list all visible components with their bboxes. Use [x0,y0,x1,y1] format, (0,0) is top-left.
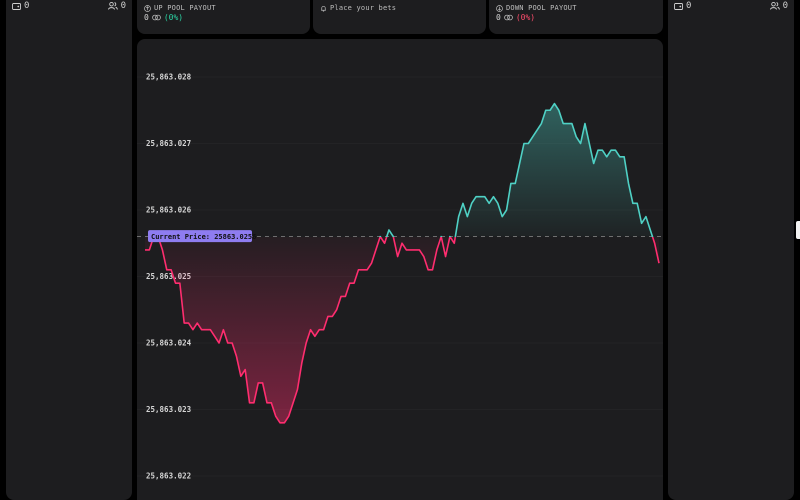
price-chart: 25,863.02825,863.02725,863.02625,863.025… [137,73,663,481]
up-pool-title: UP POOL PAYOUT [144,4,216,12]
current-price-label: Current Price: 25863.0256 [151,233,256,241]
down-pool-title: DOWN POOL PAYOUT [496,4,577,12]
y-tick-label: 25,863.027 [146,139,191,148]
left-users-count: 0 [120,1,126,11]
up-pool-title-text: UP POOL PAYOUT [154,4,216,12]
up-pool-card: UP POOL PAYOUT 0 (0%) [137,0,310,34]
down-pool-value: 0 (0%) [496,13,535,22]
up-pool-value: 0 (0%) [144,13,183,22]
up-pool-percent: (0%) [163,13,184,22]
y-tick-label: 25,863.024 [146,339,192,348]
bell-icon [320,5,327,12]
y-tick-label: 25,863.023 [146,405,192,414]
place-bets-title-text: Place your bets [330,4,397,12]
left-users-stat: 0 [107,1,126,11]
y-tick-label: 25,863.026 [146,206,192,215]
right-wallet-count: 0 [686,1,692,11]
coins-icon [504,14,513,21]
down-pool-percent: (0%) [515,13,536,22]
place-bets-title: Place your bets [320,4,396,12]
y-tick-label: 25,863.022 [146,472,191,481]
left-panel-stats: 0 0 [6,0,132,12]
left-side-panel: 0 0 [6,0,132,500]
right-side-panel: 0 0 [668,0,794,500]
users-icon [769,2,780,10]
coins-icon [152,14,161,21]
price-chart-panel: 25,863.028 25,863.027 25,863.026 25,863.025… [137,39,663,500]
users-icon [107,2,118,10]
place-bets-card: Place your bets [313,0,486,34]
wallet-icon [674,2,683,10]
right-panel-stats: 0 0 [668,0,794,12]
chart-area-fills [145,103,659,423]
scrollbar-handle[interactable] [796,221,800,239]
left-wallet-stat: 0 [12,1,29,11]
right-wallet-stat: 0 [674,1,691,11]
right-users-stat: 0 [769,1,788,11]
wallet-icon [12,2,21,10]
left-wallet-count: 0 [24,1,30,11]
arrow-down-circle-icon [496,4,503,12]
arrow-up-circle-icon [144,4,151,12]
up-pool-amount: 0 [144,13,149,22]
right-users-count: 0 [782,1,788,11]
down-pool-title-text: DOWN POOL PAYOUT [506,4,577,12]
down-pool-card: DOWN POOL PAYOUT 0 (0%) [489,0,663,34]
y-tick-label: 25,863.028 [146,73,192,82]
current-price-badge: Current Price: 25863.0256 [148,230,256,243]
down-pool-amount: 0 [496,13,501,22]
